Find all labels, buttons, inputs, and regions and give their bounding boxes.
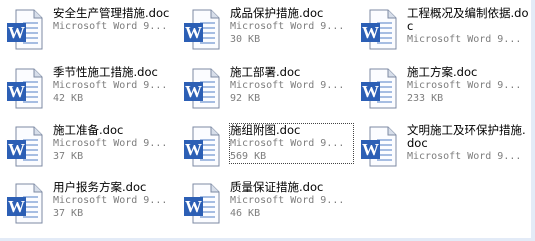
- svg-text:W: W: [185, 82, 202, 101]
- svg-text:W: W: [8, 82, 25, 101]
- file-label: 季节性施工措施.doc Microsoft Word 9... 42 KB: [53, 66, 176, 105]
- file-item-bushu[interactable]: W 施工部署.doc Microsoft Word 9... 92 KB: [181, 66, 359, 110]
- file-label: 文明施工及环保护措施.doc Microsoft Word 9...: [407, 124, 530, 163]
- file-name: 文明施工及环保护措施.doc: [407, 123, 526, 150]
- svg-text:W: W: [185, 23, 202, 42]
- file-size: 42 KB: [53, 93, 84, 104]
- svg-text:W: W: [8, 23, 25, 42]
- file-name: 施组附图.doc: [230, 123, 301, 137]
- file-type: Microsoft Word 9...: [407, 151, 522, 162]
- file-item-yonghu[interactable]: W 用户报务方案.doc Microsoft Word 9... 37 KB: [4, 181, 182, 225]
- file-size: 37 KB: [53, 151, 84, 162]
- file-name: 施工方案.doc: [407, 65, 478, 79]
- svg-text:W: W: [362, 23, 379, 42]
- file-type: Microsoft Word 9...: [53, 138, 168, 149]
- word-document-icon: W: [7, 68, 43, 109]
- file-type: Microsoft Word 9...: [230, 21, 345, 32]
- file-name: 施工准备.doc: [53, 123, 124, 137]
- svg-text:W: W: [8, 197, 25, 216]
- file-item-zhunbei[interactable]: W 施工准备.doc Microsoft Word 9... 37 KB: [4, 124, 182, 168]
- file-label: 施工方案.doc Microsoft Word 9... 233 KB: [407, 66, 530, 105]
- file-type: Microsoft Word 9...: [230, 195, 345, 206]
- file-size: 37 KB: [53, 208, 84, 219]
- word-document-icon: W: [361, 126, 397, 167]
- file-name: 工程概况及编制依据.doc: [407, 6, 529, 33]
- svg-text:W: W: [362, 82, 379, 101]
- file-label: 用户报务方案.doc Microsoft Word 9... 37 KB: [53, 181, 176, 220]
- word-document-icon: W: [184, 68, 220, 109]
- file-label: 工程概况及编制依据.doc Microsoft Word 9...: [407, 7, 530, 46]
- file-item-shizu-futu[interactable]: W 施组附图.doc Microsoft Word 9... 569 KB: [181, 123, 359, 168]
- file-size: 46 KB: [230, 208, 261, 219]
- file-name: 季节性施工措施.doc: [53, 65, 158, 79]
- svg-text:W: W: [185, 140, 202, 159]
- file-label: 成品保护措施.doc Microsoft Word 9... 30 KB: [230, 7, 353, 46]
- file-label: 安全生产管理措施.doc Microsoft Word 9...: [53, 7, 176, 33]
- file-label: 施工准备.doc Microsoft Word 9... 37 KB: [53, 124, 176, 163]
- file-item-chengpin[interactable]: W 成品保护措施.doc Microsoft Word 9... 30 KB: [181, 7, 359, 51]
- file-name: 施工部署.doc: [230, 65, 301, 79]
- file-label: 施工部署.doc Microsoft Word 9... 92 KB: [230, 66, 353, 105]
- svg-text:W: W: [8, 140, 25, 159]
- word-document-icon: W: [361, 68, 397, 109]
- file-type: Microsoft Word 9...: [230, 80, 345, 91]
- file-name: 质量保证措施.doc: [230, 180, 324, 194]
- word-document-icon: W: [184, 183, 220, 224]
- word-document-icon: W: [184, 126, 220, 167]
- window-frame-right: [531, 0, 535, 241]
- file-item-anquan[interactable]: W 安全生产管理措施.doc Microsoft Word 9...: [4, 7, 182, 51]
- file-item-fangan[interactable]: W 施工方案.doc Microsoft Word 9... 233 KB: [358, 66, 535, 110]
- file-label: 质量保证措施.doc Microsoft Word 9... 46 KB: [230, 181, 353, 220]
- word-document-icon: W: [7, 9, 43, 50]
- word-document-icon: W: [184, 9, 220, 50]
- svg-text:W: W: [185, 197, 202, 216]
- file-name: 安全生产管理措施.doc: [53, 6, 170, 20]
- file-type: Microsoft Word 9...: [53, 21, 168, 32]
- file-type: Microsoft Word 9...: [53, 80, 168, 91]
- file-label: 施组附图.doc Microsoft Word 9... 569 KB: [229, 123, 354, 164]
- file-name: 成品保护措施.doc: [230, 6, 324, 20]
- file-item-wenming[interactable]: W 文明施工及环保护措施.doc Microsoft Word 9...: [358, 124, 535, 168]
- file-type: Microsoft Word 9...: [53, 195, 168, 206]
- file-name: 用户报务方案.doc: [53, 180, 147, 194]
- word-document-icon: W: [7, 183, 43, 224]
- file-item-jijiexing[interactable]: W 季节性施工措施.doc Microsoft Word 9... 42 KB: [4, 66, 182, 110]
- file-size: 233 KB: [407, 93, 444, 104]
- svg-text:W: W: [362, 140, 379, 159]
- file-item-gongcheng[interactable]: W 工程概况及编制依据.doc Microsoft Word 9...: [358, 7, 535, 51]
- word-document-icon: W: [361, 9, 397, 50]
- file-size: 92 KB: [230, 93, 261, 104]
- file-item-zhiliang[interactable]: W 质量保证措施.doc Microsoft Word 9... 46 KB: [181, 181, 359, 225]
- file-size: 30 KB: [230, 34, 261, 45]
- word-document-icon: W: [7, 126, 43, 167]
- file-type: Microsoft Word 9...: [407, 34, 522, 45]
- file-type: Microsoft Word 9...: [230, 138, 345, 149]
- file-size: 569 KB: [230, 151, 267, 162]
- file-type: Microsoft Word 9...: [407, 80, 522, 91]
